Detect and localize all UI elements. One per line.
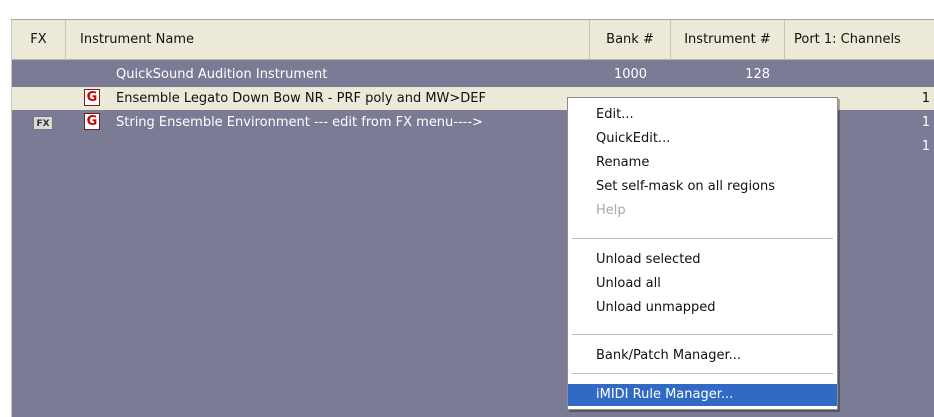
gigastudio-instrument-icon: G	[84, 89, 100, 106]
menu-item-help: Help	[596, 203, 626, 218]
menu-item-rename[interactable]: Rename	[568, 152, 837, 174]
menu-item-unload-all[interactable]: Unload all	[568, 273, 837, 295]
list-header: FX Instrument Name Bank # Instrument # P…	[12, 20, 934, 60]
column-header-bank[interactable]: Bank #	[590, 20, 671, 60]
menu-separator	[572, 373, 833, 374]
menu-item-quickedit[interactable]: QuickEdit...	[568, 128, 837, 150]
channel-number: 1	[921, 139, 930, 154]
window-top-strip	[0, 0, 934, 19]
instrument-number: 128	[745, 67, 770, 82]
menu-item-imidi-rule-manager[interactable]: iMIDI Rule Manager...	[568, 384, 837, 406]
instrument-name: Ensemble Legato Down Bow NR - PRF poly a…	[116, 91, 486, 106]
column-header-fx[interactable]: FX	[12, 20, 66, 60]
menu-item-unload-selected[interactable]: Unload selected	[568, 249, 837, 271]
context-menu: Edit... QuickEdit... Rename Set self-mas…	[567, 97, 838, 410]
menu-item-edit[interactable]: Edit...	[568, 104, 837, 126]
fx-badge-icon[interactable]: FX	[33, 116, 53, 130]
column-header-instrument-number[interactable]: Instrument #	[671, 20, 785, 60]
menu-item-set-self-mask[interactable]: Set self-mask on all regions	[568, 176, 837, 198]
instrument-name: QuickSound Audition Instrument	[116, 67, 328, 82]
menu-separator	[572, 238, 833, 239]
channel-number: 1	[921, 91, 930, 106]
bank-number: 1000	[613, 67, 648, 82]
instrument-name: String Ensemble Environment --- edit fro…	[116, 115, 483, 130]
column-header-port-channels[interactable]: Port 1: Channels	[785, 20, 934, 60]
row-icon-cell	[64, 63, 94, 86]
menu-separator	[572, 334, 833, 335]
channel-number: 1	[921, 115, 930, 130]
menu-item-unload-unmapped[interactable]: Unload unmapped	[568, 297, 837, 319]
column-header-instrument-name[interactable]: Instrument Name	[66, 20, 590, 60]
gigastudio-instrument-icon: G	[84, 113, 100, 130]
table-row[interactable]: QuickSound Audition Instrument 1000 128	[12, 63, 934, 86]
menu-item-bank-patch-manager[interactable]: Bank/Patch Manager...	[568, 345, 837, 367]
